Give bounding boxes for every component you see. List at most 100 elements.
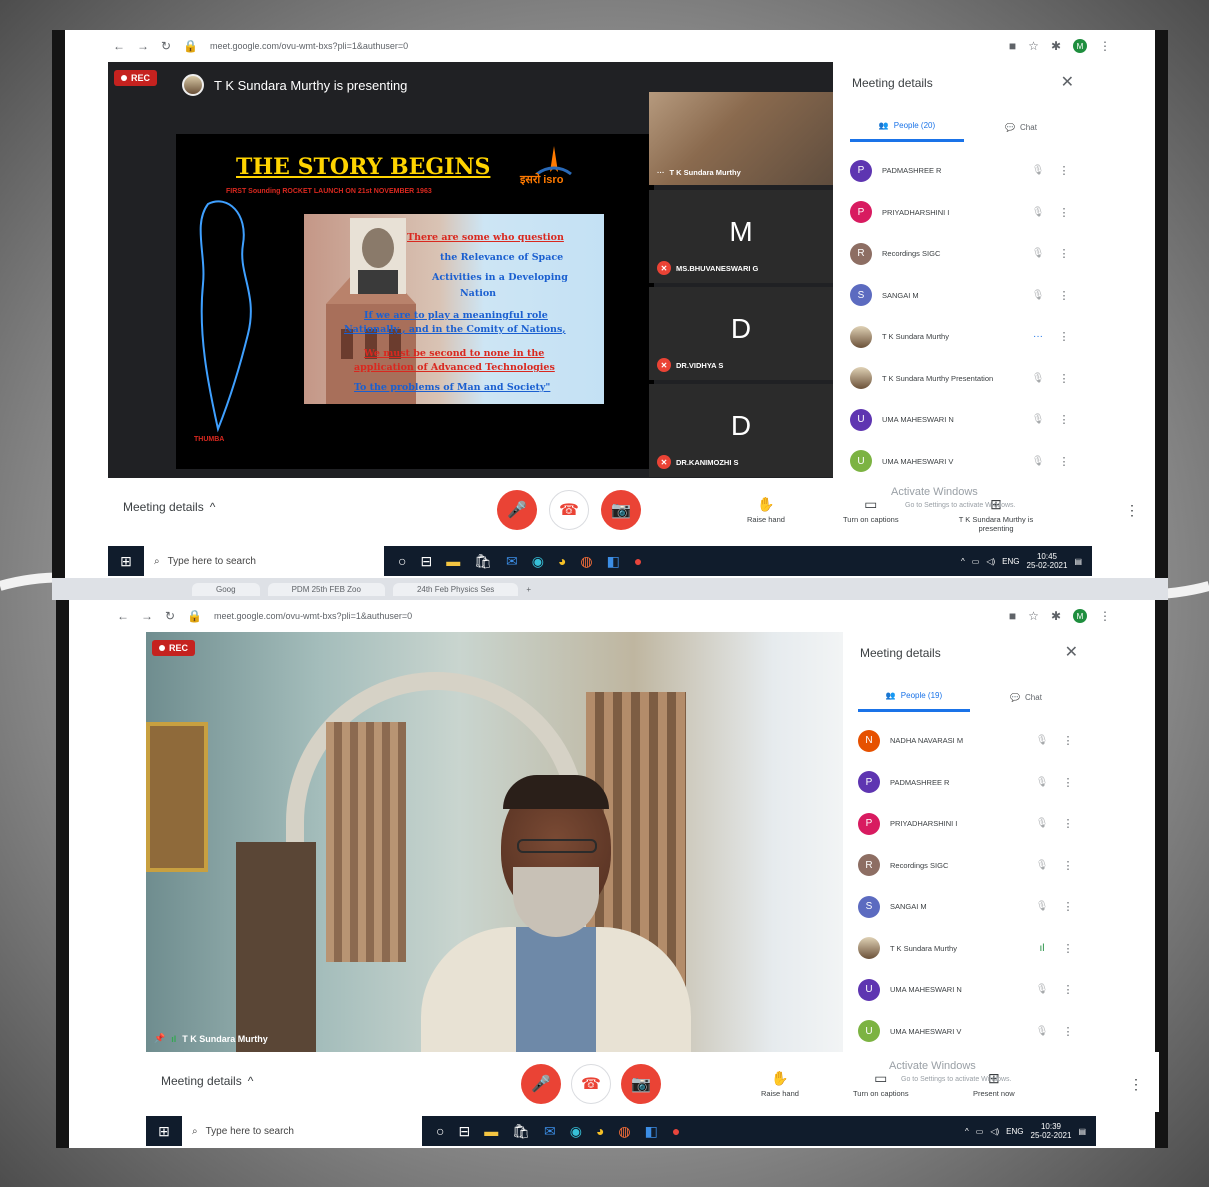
firefox-icon[interactable]: ◍ — [618, 1123, 630, 1140]
volume-icon[interactable]: ◁) — [990, 1127, 999, 1136]
participant-row[interactable]: P PRIYADHARSHINI I 🎙 ⋮ — [850, 192, 1072, 234]
more-options-icon[interactable]: ⋮ — [1056, 372, 1072, 385]
pin-icon[interactable]: 📌 — [154, 1033, 165, 1044]
leave-call-button[interactable]: ☎ — [549, 490, 589, 530]
participant-tile-3[interactable]: D ✕ DR.VIDHYA S — [649, 287, 833, 380]
participant-row[interactable]: U UMA MAHESWARI N 🎙 ⋮ — [858, 969, 1076, 1011]
browser-tab-1[interactable]: Goog — [192, 582, 260, 596]
more-options-icon[interactable]: ⋮ — [1056, 164, 1072, 177]
camera-toggle-button[interactable]: 📷 — [601, 490, 641, 530]
more-options-icon[interactable]: ⋮ — [1056, 413, 1072, 426]
participant-row[interactable]: U UMA MAHESWARI N 🎙 ⋮ — [850, 399, 1072, 441]
more-options-icon[interactable]: ⋮ — [1056, 455, 1072, 468]
more-options-icon[interactable]: ⋮ — [1056, 330, 1072, 343]
app-icon[interactable]: ● — [672, 1123, 680, 1140]
speaking-icon[interactable]: ıl — [1034, 943, 1050, 954]
edge-icon[interactable]: ◉ — [570, 1123, 582, 1140]
mic-off-icon[interactable]: 🎙 — [1034, 901, 1050, 912]
leave-call-button[interactable]: ☎ — [571, 1064, 611, 1104]
mic-off-icon[interactable]: 🎙 — [1030, 456, 1046, 467]
more-options-icon[interactable]: ⋮ — [1060, 983, 1076, 996]
store-icon[interactable]: 🛍 — [474, 553, 492, 570]
windows-start-icon[interactable]: ⊞ — [108, 546, 144, 576]
more-options-icon[interactable]: ⋮ — [1060, 1025, 1076, 1038]
present-now-button[interactable]: ⊞ Present now — [973, 1070, 1015, 1098]
file-explorer-icon[interactable]: ▬ — [484, 1123, 498, 1140]
file-explorer-icon[interactable]: ▬ — [446, 553, 460, 570]
forward-icon[interactable]: → — [137, 39, 149, 53]
more-options-icon[interactable]: ⋮ — [1060, 776, 1076, 789]
mic-off-icon[interactable]: 🎙 — [1034, 984, 1050, 995]
more-options-icon[interactable]: ⋮ — [1060, 734, 1076, 747]
tab-people[interactable]: 👥 People (20) — [850, 112, 964, 142]
menu-icon[interactable]: ⋮ — [1099, 609, 1111, 623]
chrome-icon[interactable]: ◕ — [596, 1123, 604, 1140]
mic-off-icon[interactable]: 🎙 — [1034, 735, 1050, 746]
participant-row[interactable]: T K Sundara Murthy ··· ⋮ — [850, 316, 1072, 358]
mic-toggle-button[interactable]: 🎤 — [497, 490, 537, 530]
more-icon[interactable]: ··· — [657, 168, 665, 177]
profile-avatar[interactable]: M — [1073, 39, 1087, 53]
edge-icon[interactable]: ◉ — [532, 553, 544, 570]
raise-hand-button[interactable]: ✋ Raise hand — [761, 1070, 799, 1098]
network-icon[interactable]: ▭ — [976, 1127, 984, 1136]
mic-off-icon[interactable]: 🎙 — [1030, 207, 1046, 218]
back-icon[interactable]: ← — [113, 39, 125, 53]
participant-row[interactable]: T K Sundara Murthy ıl ⋮ — [858, 928, 1076, 970]
taskbar-search[interactable]: ⌕ Type here to search — [182, 1116, 422, 1146]
more-options-icon[interactable]: ⋮ — [1056, 289, 1072, 302]
mic-off-icon[interactable]: 🎙 — [1030, 290, 1046, 301]
close-icon[interactable]: ✕ — [1065, 642, 1078, 662]
language-indicator[interactable]: ENG — [1006, 1127, 1023, 1136]
url-field[interactable]: meet.google.com/ovu-wmt-bxs?pli=1&authus… — [210, 41, 997, 51]
mail-icon[interactable]: ✉ — [506, 553, 518, 570]
mail-icon[interactable]: ✉ — [544, 1123, 556, 1140]
meet-icon[interactable]: ◧ — [645, 1123, 658, 1140]
volume-icon[interactable]: ◁) — [986, 557, 995, 566]
camera-toggle-button[interactable]: 📷 — [621, 1064, 661, 1104]
reload-icon[interactable]: ↻ — [161, 39, 171, 53]
store-icon[interactable]: 🛍 — [512, 1123, 530, 1140]
clock[interactable]: 10:45 25-02-2021 — [1027, 552, 1068, 570]
tab-chat[interactable]: 💬 Chat — [970, 682, 1082, 712]
mic-off-icon[interactable]: 🎙 — [1034, 818, 1050, 829]
participant-row[interactable]: P PADMASHREE R 🎙 ⋮ — [850, 150, 1072, 192]
meeting-details-button[interactable]: Meeting details ^ — [123, 500, 215, 514]
tab-people[interactable]: 👥 People (19) — [858, 682, 970, 712]
mic-off-icon[interactable]: 🎙 — [1030, 373, 1046, 384]
extension-icon[interactable]: ✱ — [1051, 609, 1061, 623]
participant-row[interactable]: R Recordings SIGC 🎙 ⋮ — [850, 233, 1072, 275]
back-icon[interactable]: ← — [117, 609, 129, 623]
app-icon[interactable]: ● — [634, 553, 642, 570]
participant-row[interactable]: S SANGAI M 🎙 ⋮ — [858, 886, 1076, 928]
forward-icon[interactable]: → — [141, 609, 153, 623]
more-options-icon[interactable]: ⋮ — [1125, 502, 1139, 519]
participant-tile-2[interactable]: M ✕ MS.BHUVANESWARI G — [649, 190, 833, 283]
mic-off-icon[interactable]: 🎙 — [1030, 414, 1046, 425]
notifications-icon[interactable]: ▤ — [1078, 1127, 1086, 1136]
more-options-icon[interactable]: ⋮ — [1060, 942, 1076, 955]
more-options-icon[interactable]: ⋮ — [1056, 206, 1072, 219]
browser-tab-3[interactable]: 24th Feb Physics Ses — [392, 582, 519, 596]
camera-icon[interactable]: ■ — [1009, 609, 1016, 623]
captions-button[interactable]: ▭ Turn on captions — [843, 496, 899, 524]
chevron-up-icon[interactable]: ^ — [965, 1127, 969, 1136]
cortana-icon[interactable]: ○ — [398, 553, 406, 570]
close-icon[interactable]: ✕ — [1061, 72, 1074, 92]
tab-chat[interactable]: 💬 Chat — [964, 112, 1078, 142]
task-view-icon[interactable]: ⊟ — [420, 553, 432, 570]
taskbar-search[interactable]: ⌕ Type here to search — [144, 546, 384, 576]
windows-start-icon[interactable]: ⊞ — [146, 1116, 182, 1146]
menu-icon[interactable]: ⋮ — [1099, 39, 1111, 53]
more-options-icon[interactable]: ⋮ — [1056, 247, 1072, 260]
participant-tile-4[interactable]: D ✕ DR.KANIMOZHI S — [649, 384, 833, 477]
chevron-up-icon[interactable]: ^ — [961, 557, 965, 566]
chrome-icon[interactable]: ◕ — [558, 553, 566, 570]
clock[interactable]: 10:39 25-02-2021 — [1031, 1122, 1072, 1140]
participant-row[interactable]: P PADMASHREE R 🎙 ⋮ — [858, 762, 1076, 804]
participant-row[interactable]: T K Sundara Murthy Presentation 🎙 ⋮ — [850, 358, 1072, 400]
more-options-icon[interactable]: ⋮ — [1060, 817, 1076, 830]
participant-row[interactable]: S SANGAI M 🎙 ⋮ — [850, 275, 1072, 317]
url-field[interactable]: meet.google.com/ovu-wmt-bxs?pli=1&authus… — [214, 611, 997, 621]
more-options-icon[interactable]: ⋮ — [1060, 900, 1076, 913]
